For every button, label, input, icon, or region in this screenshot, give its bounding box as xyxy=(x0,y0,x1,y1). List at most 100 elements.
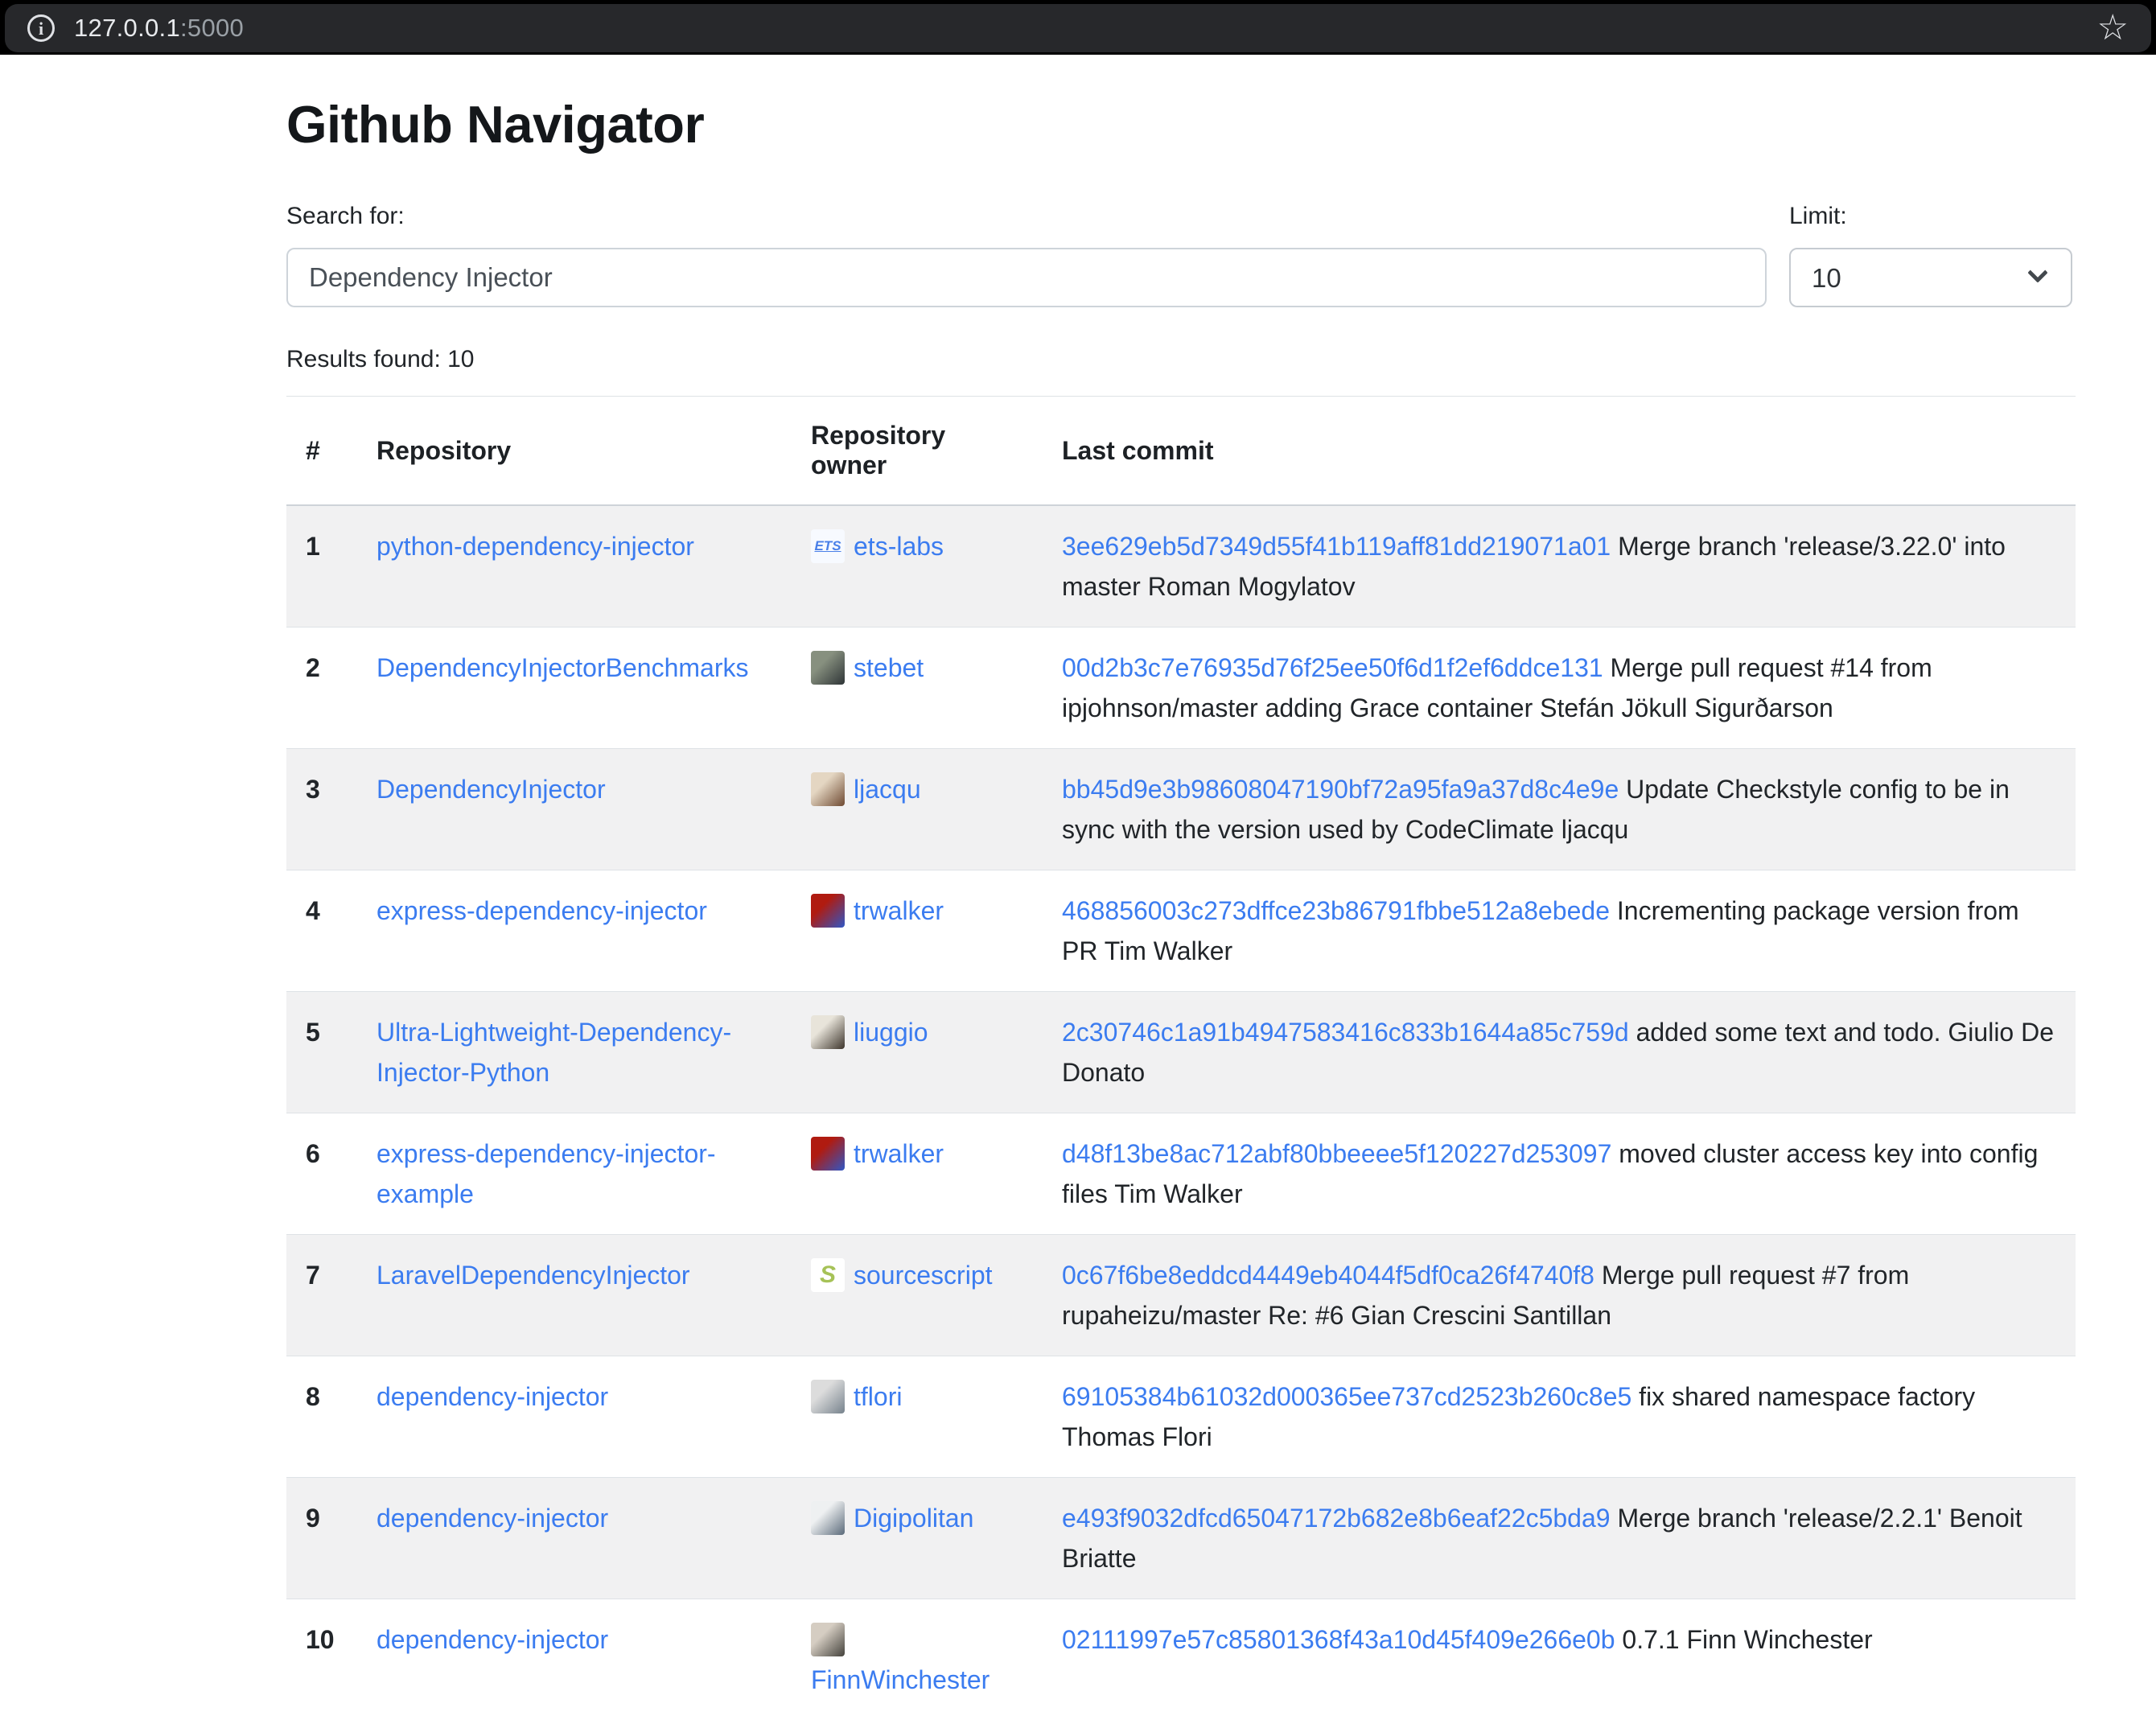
table-row: 3 DependencyInjector ljacqu bb45d9e3b986… xyxy=(286,749,2076,870)
row-number: 10 xyxy=(286,1599,357,1720)
commit-hash-link[interactable]: 0c67f6be8eddcd4449eb4044f5df0ca26f4740f8 xyxy=(1062,1261,1594,1290)
owner-avatar[interactable] xyxy=(811,1623,845,1656)
owner-avatar[interactable] xyxy=(811,894,845,928)
row-number: 7 xyxy=(286,1235,357,1356)
commit-hash-link[interactable]: d48f13be8ac712abf80bbeeee5f120227d253097 xyxy=(1062,1139,1611,1168)
owner-link[interactable]: stebet xyxy=(854,653,924,682)
owner-cell: stebet xyxy=(792,628,1043,749)
row-number: 8 xyxy=(286,1356,357,1478)
repo-link[interactable]: express-dependency-injector xyxy=(376,896,707,925)
owner-link[interactable]: Digipolitan xyxy=(854,1504,973,1533)
browser-chrome: i 127.0.0.1:5000 ☆ xyxy=(0,0,2156,55)
page-title: Github Navigator xyxy=(286,93,2076,156)
table-row: 9 dependency-injector Digipolitan e493f9… xyxy=(286,1478,2076,1599)
owner-avatar[interactable] xyxy=(811,772,845,806)
owner-link[interactable]: liuggio xyxy=(854,1018,928,1047)
row-number: 2 xyxy=(286,628,357,749)
commit-cell: 2c30746c1a91b4947583416c833b1644a85c759d… xyxy=(1043,992,2076,1113)
repo-link[interactable]: express-dependency-injector-example xyxy=(376,1139,716,1208)
owner-link[interactable]: ljacqu xyxy=(854,775,921,804)
results-table-body: 1 python-dependency-injector ETS ets-labs… xyxy=(286,505,2076,1720)
results-summary: Results found: 10 xyxy=(286,346,2076,373)
bookmark-star-icon[interactable]: ☆ xyxy=(2097,10,2129,46)
owner-link[interactable]: tflori xyxy=(854,1382,902,1411)
commit-hash-link[interactable]: 69105384b61032d000365ee737cd2523b260c8e5 xyxy=(1062,1382,1631,1411)
owner-avatar[interactable] xyxy=(811,1501,845,1535)
commit-cell: 69105384b61032d000365ee737cd2523b260c8e5… xyxy=(1043,1356,2076,1478)
commit-hash-link[interactable]: e493f9032dfcd65047172b682e8b6eaf22c5bda9 xyxy=(1062,1504,1611,1533)
commit-hash-link[interactable]: 2c30746c1a91b4947583416c833b1644a85c759d xyxy=(1062,1018,1629,1047)
row-number: 1 xyxy=(286,505,357,628)
table-row: 8 dependency-injector tflori 69105384b61… xyxy=(286,1356,2076,1478)
owner-cell: FinnWinchester xyxy=(792,1599,1043,1720)
repo-link[interactable]: dependency-injector xyxy=(376,1382,608,1411)
repo-link[interactable]: python-dependency-injector xyxy=(376,532,694,561)
table-header-row: # Repository Repository owner Last commi… xyxy=(286,397,2076,506)
commit-cell: 3ee629eb5d7349d55f41b119aff81dd219071a01… xyxy=(1043,505,2076,628)
repo-cell: DependencyInjector xyxy=(357,749,792,870)
commit-cell: 00d2b3c7e76935d76f25ee50f6d1f2ef6ddce131… xyxy=(1043,628,2076,749)
results-table: # Repository Repository owner Last commi… xyxy=(286,396,2076,1720)
limit-select[interactable]: 10 xyxy=(1789,248,2072,307)
owner-link[interactable]: FinnWinchester xyxy=(811,1665,990,1694)
repo-cell: express-dependency-injector-example xyxy=(357,1113,792,1235)
repo-link[interactable]: dependency-injector xyxy=(376,1625,608,1654)
table-row: 4 express-dependency-injector trwalker 4… xyxy=(286,870,2076,992)
search-label: Search for: xyxy=(286,203,1767,230)
owner-link[interactable]: ets-labs xyxy=(854,532,944,561)
commit-cell: 02111997e57c85801368f43a10d45f409e266e0b… xyxy=(1043,1599,2076,1720)
site-info-icon[interactable]: i xyxy=(27,14,55,42)
repo-cell: DependencyInjectorBenchmarks xyxy=(357,628,792,749)
commit-cell: e493f9032dfcd65047172b682e8b6eaf22c5bda9… xyxy=(1043,1478,2076,1599)
repo-cell: express-dependency-injector xyxy=(357,870,792,992)
row-number: 4 xyxy=(286,870,357,992)
repo-link[interactable]: LaravelDependencyInjector xyxy=(376,1261,690,1290)
commit-message: 0.7.1 Finn Winchester xyxy=(1615,1625,1873,1654)
row-number: 3 xyxy=(286,749,357,870)
repo-cell: Ultra-Lightweight-Dependency-Injector-Py… xyxy=(357,992,792,1113)
owner-cell: ETS ets-labs xyxy=(792,505,1043,628)
commit-hash-link[interactable]: 00d2b3c7e76935d76f25ee50f6d1f2ef6ddce131 xyxy=(1062,653,1603,682)
table-row: 5 Ultra-Lightweight-Dependency-Injector-… xyxy=(286,992,2076,1113)
limit-label: Limit: xyxy=(1789,203,2072,230)
owner-avatar[interactable] xyxy=(811,651,845,685)
commit-hash-link[interactable]: bb45d9e3b98608047190bf72a95fa9a37d8c4e9e xyxy=(1062,775,1619,804)
owner-avatar[interactable]: S xyxy=(811,1258,845,1292)
url-host: 127.0.0.1 xyxy=(74,14,180,42)
owner-cell: trwalker xyxy=(792,870,1043,992)
commit-hash-link[interactable]: 468856003c273dffce23b86791fbbe512a8ebede xyxy=(1062,896,1610,925)
row-number: 9 xyxy=(286,1478,357,1599)
column-header-last-commit: Last commit xyxy=(1043,397,2076,506)
url-text[interactable]: 127.0.0.1:5000 xyxy=(74,14,244,43)
repo-link[interactable]: dependency-injector xyxy=(376,1504,608,1533)
owner-avatar[interactable] xyxy=(811,1380,845,1413)
owner-link[interactable]: trwalker xyxy=(854,896,944,925)
repo-link[interactable]: DependencyInjector xyxy=(376,775,606,804)
owner-cell: ljacqu xyxy=(792,749,1043,870)
owner-link[interactable]: sourcescript xyxy=(854,1261,993,1290)
owner-link[interactable]: trwalker xyxy=(854,1139,944,1168)
commit-cell: 468856003c273dffce23b86791fbbe512a8ebede… xyxy=(1043,870,2076,992)
table-row: 1 python-dependency-injector ETS ets-labs… xyxy=(286,505,2076,628)
owner-cell: liuggio xyxy=(792,992,1043,1113)
row-number: 6 xyxy=(286,1113,357,1235)
commit-cell: 0c67f6be8eddcd4449eb4044f5df0ca26f4740f8… xyxy=(1043,1235,2076,1356)
commit-hash-link[interactable]: 02111997e57c85801368f43a10d45f409e266e0b xyxy=(1062,1625,1615,1654)
repo-cell: dependency-injector xyxy=(357,1356,792,1478)
page-content: Github Navigator Search for: Limit: 10 R… xyxy=(0,93,2156,1720)
column-header-number: # xyxy=(286,397,357,506)
owner-avatar[interactable] xyxy=(811,1137,845,1171)
owner-cell: trwalker xyxy=(792,1113,1043,1235)
owner-cell: Ssourcescript xyxy=(792,1235,1043,1356)
column-header-owner: Repository owner xyxy=(792,397,1043,506)
address-bar[interactable]: i 127.0.0.1:5000 ☆ xyxy=(5,4,2151,52)
owner-avatar[interactable] xyxy=(811,1015,845,1049)
commit-hash-link[interactable]: 3ee629eb5d7349d55f41b119aff81dd219071a01 xyxy=(1062,532,1611,561)
repo-cell: LaravelDependencyInjector xyxy=(357,1235,792,1356)
search-input[interactable] xyxy=(286,248,1767,307)
owner-avatar[interactable]: ETS xyxy=(811,529,845,563)
commit-cell: bb45d9e3b98608047190bf72a95fa9a37d8c4e9e… xyxy=(1043,749,2076,870)
repo-link[interactable]: Ultra-Lightweight-Dependency-Injector-Py… xyxy=(376,1018,731,1087)
search-form: Search for: Limit: 10 xyxy=(286,203,2076,307)
repo-link[interactable]: DependencyInjectorBenchmarks xyxy=(376,653,748,682)
